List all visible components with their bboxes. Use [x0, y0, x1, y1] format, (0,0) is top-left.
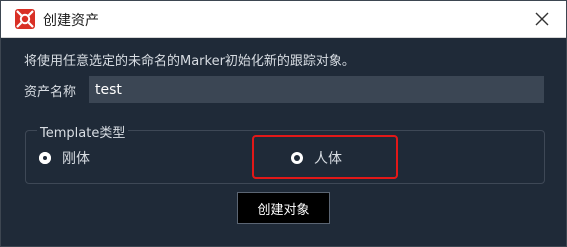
- dialog-title: 创建资产: [43, 13, 99, 29]
- radio-unchecked-icon: [39, 152, 51, 164]
- radio-rigid-body-label: 刚体: [62, 151, 90, 167]
- radio-checked-icon: [291, 152, 303, 164]
- radio-human-body[interactable]: 人体: [291, 148, 342, 168]
- dialog-content: 将使用任意选定的未命名的Marker初始化新的跟踪对象。 资产名称 Templa…: [1, 38, 566, 246]
- close-icon: [535, 12, 549, 26]
- asset-name-input[interactable]: [89, 76, 544, 103]
- app-logo-icon: [15, 9, 35, 29]
- close-button[interactable]: [530, 7, 554, 31]
- asset-name-label: 资产名称: [24, 85, 77, 100]
- create-asset-dialog: 创建资产 将使用任意选定的未命名的Marker初始化新的跟踪对象。 资产名称 T…: [0, 0, 567, 247]
- title-bar: 创建资产: [1, 1, 566, 38]
- create-object-button[interactable]: 创建对象: [237, 192, 330, 224]
- radio-human-body-label: 人体: [314, 151, 342, 167]
- template-type-title: Template类型: [37, 122, 129, 141]
- radio-rigid-body[interactable]: 刚体: [39, 148, 90, 168]
- info-text: 将使用任意选定的未命名的Marker初始化新的跟踪对象。: [24, 54, 355, 69]
